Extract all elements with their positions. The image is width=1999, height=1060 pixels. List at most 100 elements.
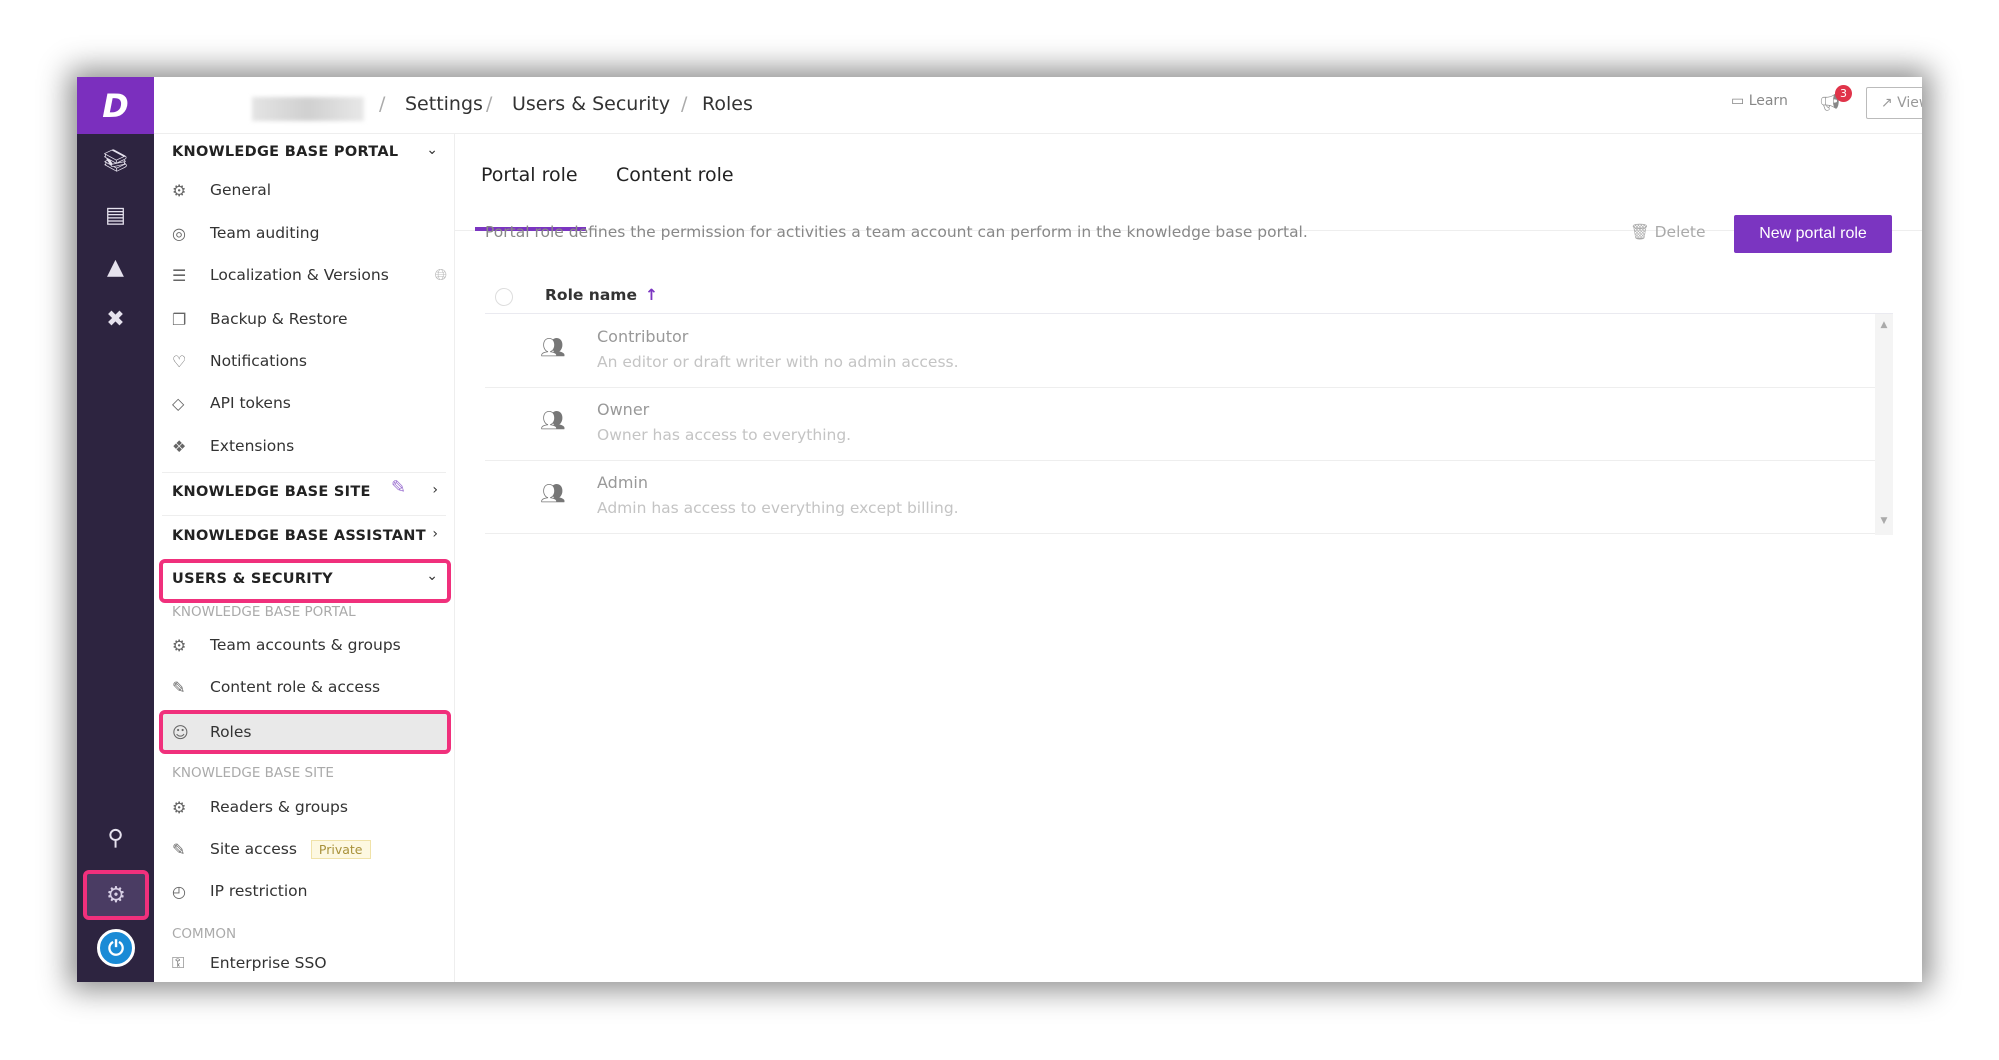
item-label: Backup & Restore	[210, 310, 348, 328]
globe-icon: ◴	[172, 881, 186, 901]
item-label: IP restriction	[210, 882, 308, 900]
power-icon[interactable]: ⏻	[97, 929, 135, 967]
main-content: Portal role Content role Portal role def…	[455, 134, 1922, 982]
chevron-right-icon[interactable]: ›	[432, 482, 438, 498]
analytics-icon[interactable]: ▲	[77, 255, 154, 280]
section-users-security[interactable]: USERS & SECURITY	[172, 571, 333, 587]
sidebar-item-enterprise-sso[interactable]: ⚿ Enterprise SSO	[172, 946, 327, 980]
tools-icon[interactable]: ✖	[77, 307, 154, 332]
tab-content-role[interactable]: Content role	[616, 164, 734, 186]
archive-icon[interactable]: ▤	[77, 203, 154, 228]
subheader-kb-site: KNOWLEDGE BASE SITE	[172, 765, 334, 781]
signpost-icon: ☰	[172, 265, 187, 285]
sidebar-item-general[interactable]: ⚙ General	[172, 173, 271, 207]
document-edit-icon: ✎	[172, 839, 186, 859]
breadcrumb-users-security[interactable]: Users & Security	[512, 93, 670, 115]
settings-sidebar: KNOWLEDGE BASE PORTAL ⌄ ⚙ General ◎ Team a…	[154, 134, 455, 982]
sidebar-item-backup[interactable]: ❐ Backup & Restore	[172, 302, 348, 336]
top-header: / Settings / Users & Security / Roles ▭ …	[154, 77, 1922, 134]
role-desc: Admin has access to everything except bi…	[597, 499, 959, 517]
sidebar-item-team-accounts[interactable]: ⚙ Team accounts & groups	[172, 628, 401, 662]
search-icon[interactable]: ⚲	[77, 826, 154, 851]
bell-icon: ♡	[172, 351, 187, 371]
chevron-down-icon[interactable]: ⌄	[426, 568, 438, 584]
sort-ascending-icon[interactable]: ↑	[645, 286, 658, 304]
item-label: Localization & Versions	[210, 266, 389, 284]
item-label: Team auditing	[210, 224, 320, 242]
select-all-checkbox[interactable]	[495, 288, 513, 306]
sidebar-item-site-access[interactable]: ✎ Site access Private	[172, 832, 371, 866]
library-icon[interactable]: 📚︎	[77, 149, 154, 174]
breadcrumb-settings[interactable]: Settings	[405, 93, 483, 115]
backup-icon: ❐	[172, 309, 187, 329]
breadcrumb-roles: Roles	[702, 93, 753, 115]
table-scrollbar[interactable]: ▲ ▼	[1875, 314, 1893, 535]
role-name-column[interactable]: Role name ↑	[545, 286, 658, 304]
column-label: Role name	[545, 286, 637, 304]
new-portal-role-button[interactable]: New portal role	[1734, 215, 1892, 253]
role-desc: An editor or draft writer with no admin …	[597, 353, 959, 371]
sidebar-item-notifications[interactable]: ♡ Notifications	[172, 344, 307, 378]
external-link-icon: ↗	[1880, 95, 1898, 111]
users-icon: 👥︎	[540, 408, 566, 432]
document-edit-icon: ✎	[172, 677, 186, 697]
view-site-label: View site	[1897, 95, 1922, 111]
learn-label: Learn	[1748, 93, 1788, 109]
globe-icon: 🌐︎	[434, 265, 447, 284]
item-label: Readers & groups	[210, 798, 348, 816]
users-gear-icon: ⚙	[172, 635, 187, 655]
item-label: API tokens	[210, 394, 291, 412]
table-header: Role name ↑	[485, 280, 1893, 314]
subheader-common: COMMON	[172, 926, 237, 942]
breadcrumb-separator: /	[681, 93, 688, 115]
role-name: Admin	[597, 473, 648, 492]
delete-label: Delete	[1654, 223, 1706, 241]
table-row[interactable]: 👥︎ Admin Admin has access to everything ex…	[485, 461, 1875, 534]
item-label: Team accounts & groups	[210, 636, 401, 654]
sidebar-item-roles[interactable]: ☺ Roles	[172, 715, 251, 749]
users-gear-icon: ⚙	[172, 797, 187, 817]
subheader-kb-portal: KNOWLEDGE BASE PORTAL	[172, 604, 356, 620]
tag-icon: ◇	[172, 393, 185, 413]
app-logo[interactable]: D	[77, 77, 154, 134]
users-icon: 👥︎	[540, 481, 566, 505]
sidebar-item-localization[interactable]: ☰ Localization & Versions 🌐︎	[172, 258, 447, 292]
role-desc: Owner has access to everything.	[597, 426, 852, 444]
section-kb-assistant[interactable]: KNOWLEDGE BASE ASSISTANT	[172, 528, 426, 544]
section-kb-site[interactable]: KNOWLEDGE BASE SITE	[172, 484, 371, 500]
section-kb-portal[interactable]: KNOWLEDGE BASE PORTAL	[172, 144, 398, 160]
table-row[interactable]: 👥︎ Owner Owner has access to everything.	[485, 388, 1875, 461]
trash-icon: 🗑︎	[1630, 223, 1655, 241]
sidebar-item-ip-restriction[interactable]: ◴ IP restriction	[172, 874, 307, 908]
item-label: Extensions	[210, 437, 295, 455]
settings-icon[interactable]: ⚙	[83, 870, 149, 920]
sidebar-item-api-tokens[interactable]: ◇ API tokens	[172, 386, 291, 420]
sidebar-item-readers[interactable]: ⚙ Readers & groups	[172, 790, 348, 824]
learn-link[interactable]: ▭ Learn	[1731, 93, 1788, 109]
item-label: Content role & access	[210, 678, 381, 696]
gear-icon: ⚙	[172, 180, 187, 200]
role-name: Contributor	[597, 327, 689, 346]
presentation-icon: ▭	[1731, 93, 1749, 109]
puzzle-icon: ❖	[172, 436, 187, 456]
table-row[interactable]: 👥︎ Contributor An editor or draft writer w…	[485, 315, 1875, 388]
users-icon: 👥︎	[540, 335, 566, 359]
users-plus-icon: ☺	[172, 722, 189, 742]
description: Portal role defines the permission for a…	[485, 223, 1308, 241]
locked-edit-icon: ✎	[391, 477, 407, 498]
divider	[162, 515, 446, 516]
chevron-down-icon[interactable]: ⌄	[426, 142, 438, 158]
key-icon: ⚿	[172, 953, 185, 972]
view-site-button[interactable]: ↗ View site	[1866, 87, 1922, 119]
sidebar-item-content-role[interactable]: ✎ Content role & access	[172, 670, 380, 704]
tab-portal-role[interactable]: Portal role	[481, 164, 578, 186]
item-label: Roles	[210, 723, 252, 741]
sidebar-item-extensions[interactable]: ❖ Extensions	[172, 429, 294, 463]
delete-button[interactable]: 🗑︎ Delete	[1630, 223, 1706, 241]
chevron-right-icon[interactable]: ›	[432, 526, 438, 542]
sidebar-item-team-auditing[interactable]: ◎ Team auditing	[172, 216, 319, 250]
breadcrumb-separator: /	[379, 93, 386, 115]
blurred-site-name	[252, 97, 364, 121]
role-name: Owner	[597, 400, 650, 419]
notification-badge: 3	[1835, 85, 1852, 102]
